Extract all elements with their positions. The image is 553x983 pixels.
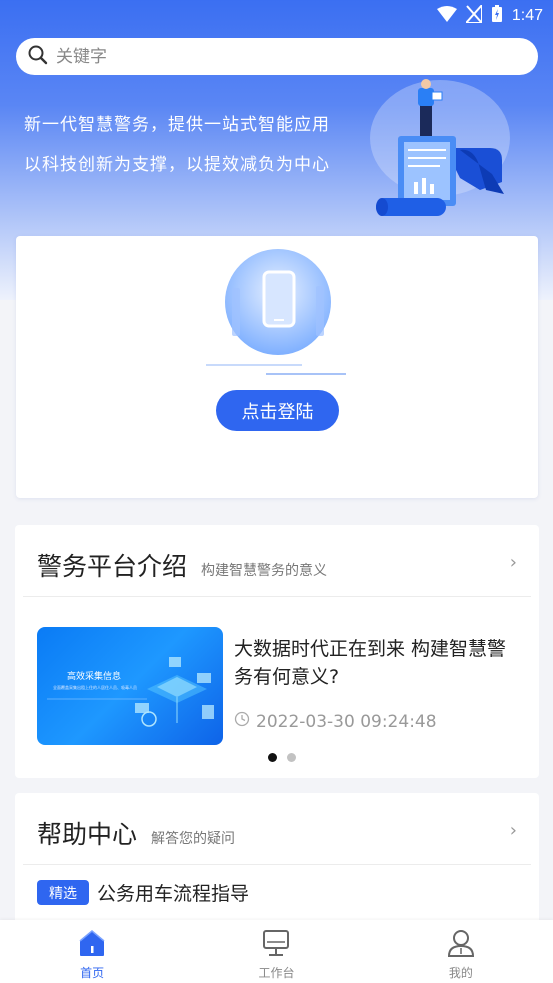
status-bar: 1:47 (0, 0, 553, 32)
no-signal-icon (463, 2, 483, 27)
login-button[interactable]: 点击登陆 (216, 390, 339, 431)
search-input[interactable] (56, 46, 496, 67)
help-item-title[interactable]: 公务用车流程指导 (97, 879, 249, 906)
news-time-text: 2022-03-30 09:24:48 (256, 711, 437, 732)
news-title[interactable]: 大数据时代正在到来 构建智慧警务有何意义? (234, 635, 524, 691)
login-card: 点击登陆 (16, 236, 538, 498)
thumbnail-subtitle: 全面覆盖采集出租上住的人居住人员、吸毒人员 (53, 685, 137, 690)
phone-illustration (206, 246, 351, 376)
chevron-right-icon[interactable]: › (510, 820, 517, 841)
divider (23, 864, 531, 865)
tab-workbench[interactable]: 工作台 (184, 920, 368, 983)
tab-label: 首页 (80, 966, 105, 980)
chevron-right-icon[interactable]: › (510, 552, 517, 573)
hero-slogan-line1: 新一代智慧警务，提供一站式智能应用 (24, 115, 330, 135)
tab-mine[interactable]: 我的 (369, 920, 553, 983)
hero-illustration (360, 78, 520, 228)
search-bar[interactable] (16, 38, 538, 75)
section-title: 警务平台介绍 (37, 552, 188, 581)
monitor-icon (261, 928, 291, 962)
news-thumbnail[interactable]: 高效采集信息 全面覆盖采集出租上住的人居住人员、吸毒人员 (37, 627, 223, 745)
tab-home[interactable]: 首页 (0, 920, 184, 983)
carousel-indicator (268, 753, 296, 762)
section-title: 帮助中心 (37, 820, 138, 849)
bottom-tab-bar: 首页 工作台 我的 (0, 920, 553, 983)
clock-icon (234, 711, 250, 732)
home-icon (77, 928, 107, 962)
section-header[interactable]: 帮助中心 解答您的疑问 (37, 815, 235, 851)
section-header[interactable]: 警务平台介绍 构建智慧警务的意义 (37, 547, 327, 583)
thumbnail-title: 高效采集信息 (67, 672, 122, 682)
help-center-card: 帮助中心 解答您的疑问 › 精选 公务用车流程指导 (15, 793, 539, 933)
tab-label: 我的 (448, 966, 473, 980)
wifi-icon (436, 6, 457, 26)
platform-intro-card: 警务平台介绍 构建智慧警务的意义 › 高效采集信息 全面覆盖采集出租上住的人居住… (15, 525, 539, 778)
battery-icon (491, 5, 503, 27)
section-subtitle: 解答您的疑问 (151, 831, 236, 847)
divider (23, 596, 531, 597)
carousel-dot[interactable] (287, 753, 296, 762)
news-timestamp: 2022-03-30 09:24:48 (234, 711, 437, 732)
featured-tag: 精选 (37, 880, 89, 905)
tab-label: 工作台 (258, 966, 295, 980)
status-time: 1:47 (511, 7, 543, 24)
user-icon (446, 928, 476, 962)
hero-slogan-line2: 以科技创新为支撑，以提效减负为中心 (24, 155, 330, 175)
search-icon (28, 45, 48, 69)
carousel-dot[interactable] (268, 753, 277, 762)
section-subtitle: 构建智慧警务的意义 (201, 563, 328, 579)
